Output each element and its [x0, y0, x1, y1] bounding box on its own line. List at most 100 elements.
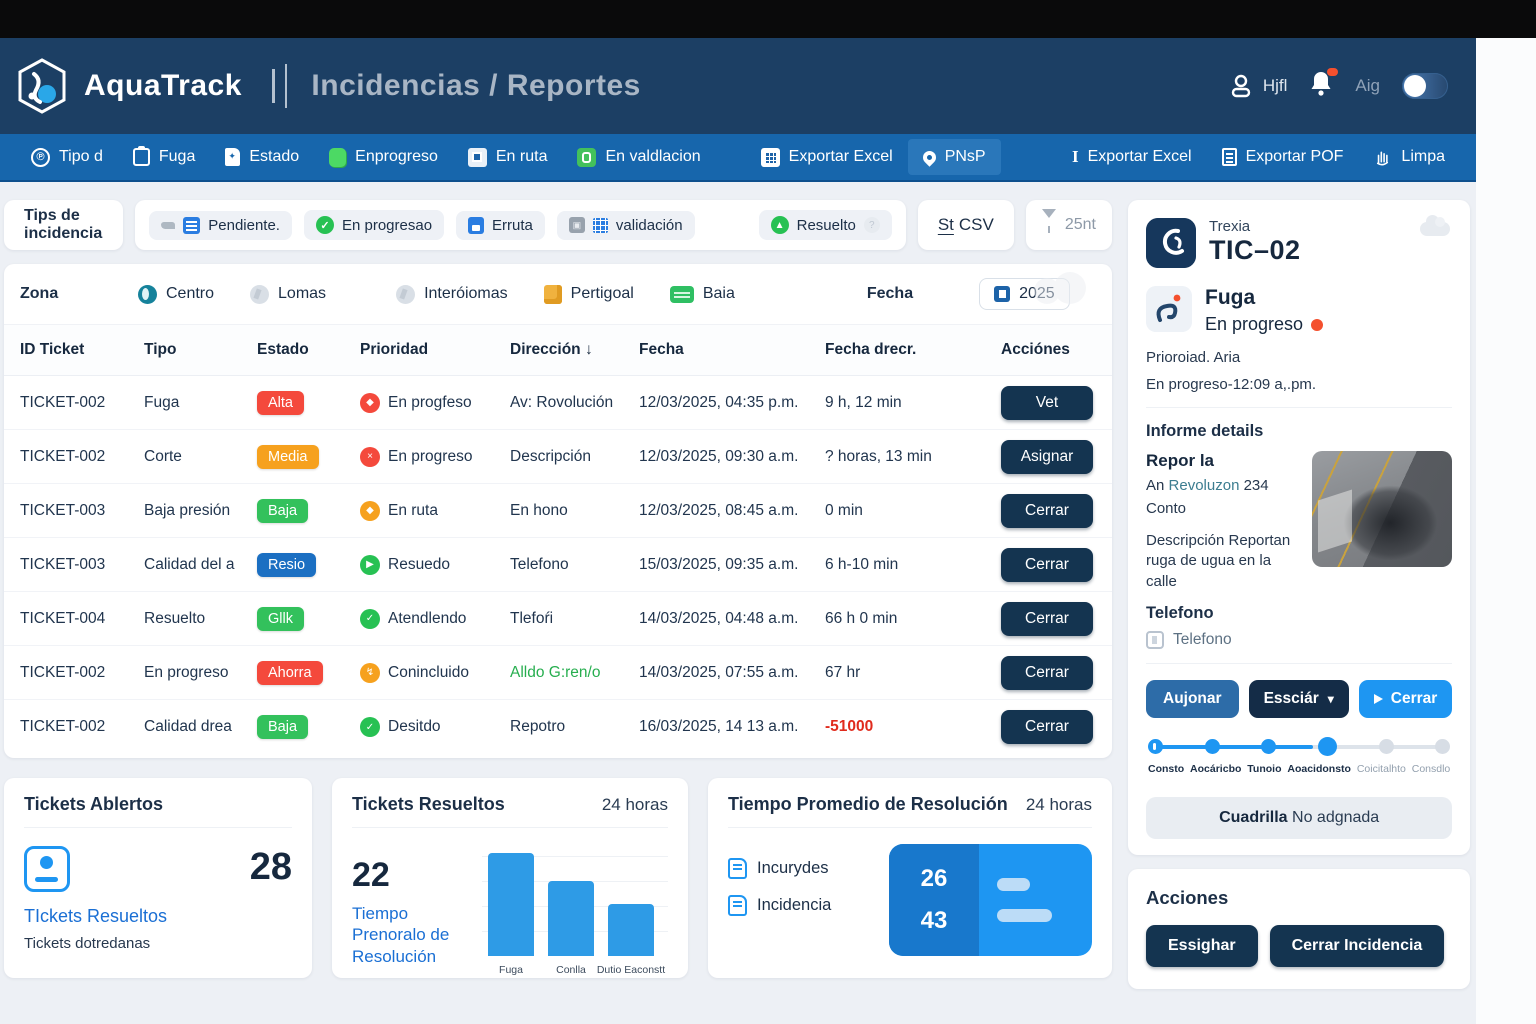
table-row[interactable]: TICKET-002 Fuga Alta ◆En progfeso Av: Ro… [4, 376, 1112, 430]
acciones-title: Acciones [1146, 887, 1452, 909]
brand-name: AquaTrack [84, 69, 242, 103]
nav-item-limpiar[interactable]: Limpa [1358, 147, 1460, 167]
tickets-resueltos-card: Tickets Resueltos 24 horas 22 Tiempo Pre… [332, 778, 688, 978]
col-estado[interactable]: Estado [257, 341, 360, 359]
row-action-button[interactable]: Cerrar [1001, 602, 1093, 636]
table-row[interactable]: TICKET-002 En progreso Ahorra ↯Coninclui… [4, 646, 1112, 700]
tickets-resueltos-link[interactable]: TIckets Resueltos [24, 906, 292, 927]
zona-filter-row: Zona Centro Lomas Interóiomas Pertigoal … [4, 264, 1112, 324]
interoiomas-icon [396, 285, 415, 304]
cuadrilla-banner[interactable]: Cuadrilla No adgnada [1146, 797, 1452, 839]
step-label: Tunoio [1247, 763, 1281, 775]
document-icon [728, 895, 747, 916]
clean-hand-icon [1373, 147, 1392, 167]
row-action-button[interactable]: Cerrar [1001, 548, 1093, 582]
bar-conlla[interactable]: Conlla [548, 848, 594, 956]
theme-toggle[interactable] [1402, 73, 1448, 99]
escalate-button[interactable]: Essciár▾ [1249, 680, 1349, 718]
table-row[interactable]: TICKET-002 Calidad drea Baja ✓Desitdo Re… [4, 700, 1112, 754]
page-size-button[interactable]: 25nt [1026, 200, 1112, 250]
col-prioridad[interactable]: Prioridad [360, 341, 510, 359]
nav-item-exportar-excel-2[interactable]: IExportar Excel [1057, 147, 1207, 167]
row-action-button[interactable]: Asignar [1001, 440, 1093, 474]
step-dot[interactable] [1261, 739, 1276, 754]
col-fecha[interactable]: Fecha [639, 341, 825, 359]
table-row[interactable]: TICKET-003 Baja presión Baja ◆En ruta En… [4, 484, 1112, 538]
table-row[interactable]: TICKET-004 Resuelto Gllk ✓Atendlendo Tle… [4, 592, 1112, 646]
tiempo-promedio-card: Tiempo Promedio de Resolución 24 horas I… [708, 778, 1112, 978]
zona-item-lomas[interactable]: Lomas [250, 285, 326, 304]
excel-icon [761, 148, 780, 167]
report-title: Repor la [1146, 451, 1302, 471]
nav-item-fuga[interactable]: Fuga [118, 148, 210, 166]
col-id[interactable]: ID Ticket [20, 341, 144, 359]
chip-en-ruta[interactable]: Erruta [456, 211, 545, 240]
notifications-button[interactable] [1309, 70, 1333, 102]
export-csv-button[interactable]: StCSV [918, 200, 1014, 250]
chip-resuelto[interactable]: ▲Resuelto? [759, 210, 892, 240]
row-action-button[interactable]: Cerrar [1001, 710, 1093, 744]
nav-item-pnsp[interactable]: PNsP [908, 139, 1001, 175]
row-action-button[interactable]: Vet [1001, 386, 1093, 420]
informe-title: Informe details [1146, 422, 1452, 441]
address-link[interactable]: Revoluzon [1169, 477, 1240, 494]
text-cursor-icon: I [1072, 147, 1079, 167]
chevron-down-icon: ▾ [1328, 692, 1334, 706]
ticket-direccion: En hono [510, 502, 639, 520]
aquatrack-logo-icon [14, 56, 70, 116]
zona-item-baia[interactable]: Baia [670, 285, 735, 303]
watermark-decoration [1034, 272, 1094, 312]
chip-validacion[interactable]: ▣validación [557, 211, 695, 240]
close-button[interactable]: Cerrar [1359, 680, 1453, 718]
zona-item-interoiomas[interactable]: Interóiomas [396, 285, 508, 304]
user-menu[interactable]: Hjfl [1229, 73, 1288, 99]
legend-incurydes[interactable]: Incurydes [728, 858, 873, 879]
nav-item-tipo[interactable]: ℗Tipo d [16, 148, 118, 167]
progress-stepper[interactable]: Consto Aocáricbo Tunoio Aoacidonsto Coic… [1146, 738, 1452, 775]
priority-badge: Ahorra [257, 661, 323, 685]
essighar-button[interactable]: Essighar [1146, 925, 1258, 967]
chip-en-progreso[interactable]: ✓En progresao [304, 210, 444, 240]
step-dot[interactable] [1148, 739, 1163, 754]
priority-badge: Alta [257, 391, 304, 415]
bar-dutio[interactable]: Dutio Eaconstt [608, 848, 654, 956]
zona-item-centro[interactable]: Centro [138, 285, 214, 304]
table-row[interactable]: TICKET-002 Corte Media ×En progreso Desc… [4, 430, 1112, 484]
priority-badge: Gllk [257, 607, 304, 631]
step-dot[interactable] [1379, 739, 1394, 754]
ticket-id: TICKET-002 [20, 718, 144, 736]
nav-item-enruta[interactable]: En ruta [453, 148, 563, 167]
step-dot[interactable] [1435, 739, 1450, 754]
row-action-button[interactable]: Cerrar [1001, 494, 1093, 528]
nav-item-estado[interactable]: Estado [210, 148, 314, 166]
detail-actions-row: Aujonar Essciár▾ Cerrar [1146, 680, 1452, 718]
incident-status: En progreso [1205, 314, 1323, 335]
nav-item-envalidacion[interactable]: En valdlacion [562, 148, 715, 167]
step-dot-active[interactable] [1318, 737, 1337, 756]
col-direccion[interactable]: Dirección ↓ [510, 341, 639, 359]
nav-item-enprogreso[interactable]: Enprogreso [314, 148, 453, 167]
chip-pendiente[interactable]: Pendiente. [149, 211, 292, 240]
step-dot[interactable] [1205, 739, 1220, 754]
status-cell: ×En progreso [360, 447, 510, 467]
header-right: Hjfl Aig [1229, 70, 1448, 102]
zona-item-pertigoal[interactable]: Pertigoal [544, 285, 634, 304]
acciones-card: Acciones Essighar Cerrar Incidencia [1128, 869, 1470, 989]
col-acciones[interactable]: Acciónes [1001, 341, 1096, 359]
phone-row[interactable]: Telefono [1146, 631, 1452, 664]
nav-item-exportar-excel[interactable]: Exportar Excel [746, 148, 908, 167]
row-action-button[interactable]: Cerrar [1001, 656, 1093, 690]
col-fecha-drecr[interactable]: Fecha drecr. [825, 341, 1001, 359]
tips-incidencia-card[interactable]: Tips de incidencia [4, 200, 123, 250]
status-cell: ◆En ruta [360, 501, 510, 521]
incident-photo[interactable] [1312, 451, 1452, 567]
assign-button[interactable]: Aujonar [1146, 680, 1239, 718]
legend-incidencia[interactable]: Incidencia [728, 895, 873, 916]
filter-row: Tips de incidencia Pendiente. ✓En progre… [4, 200, 1112, 250]
table-row[interactable]: TICKET-003 Calidad del a Resio ▶Resuedo … [4, 538, 1112, 592]
nav-item-exportar-pdf[interactable]: Exportar POF [1207, 148, 1359, 166]
ticket-tipo: Baja presión [144, 502, 257, 520]
bar-fuga[interactable]: Fuga [488, 848, 534, 956]
col-tipo[interactable]: Tipo [144, 341, 257, 359]
cerrar-incidencia-button[interactable]: Cerrar Incidencia [1270, 925, 1445, 967]
